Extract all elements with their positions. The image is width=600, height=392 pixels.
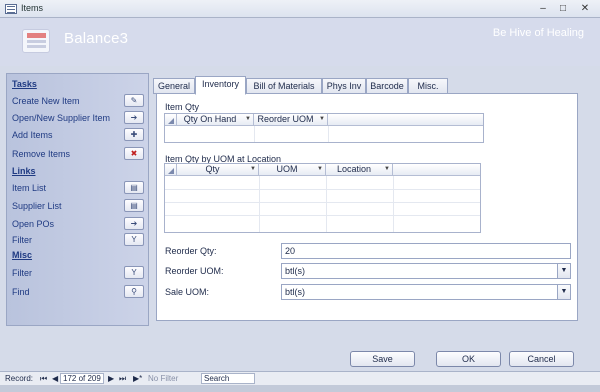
cancel-button[interactable]: Cancel	[509, 351, 574, 367]
record-label: Record:	[5, 374, 34, 383]
sidebar: Tasks Create New Item ✎ Open/New Supplie…	[6, 73, 149, 326]
arrow-right-icon[interactable]: ➔	[124, 217, 144, 230]
find-link[interactable]: Find ⚲	[12, 285, 144, 299]
first-record-button[interactable]: ⏮	[40, 372, 47, 385]
minimize-button[interactable]: –	[536, 3, 550, 15]
add-items-link[interactable]: Add Items ✚	[12, 128, 144, 142]
column-header-reorder-uom[interactable]: Reorder UOM ▼	[254, 114, 328, 126]
create-new-item-link[interactable]: Create New Item ✎	[12, 94, 144, 108]
nav-label[interactable]: Open/New Supplier Item	[12, 113, 110, 123]
remove-icon[interactable]: ✖	[124, 147, 144, 160]
nav-label[interactable]: Filter	[12, 235, 32, 245]
item-qty-label: Item Qty	[165, 102, 200, 112]
window-titlebar: Items – □ ✕	[0, 0, 600, 18]
reorder-uom-label: Reorder UOM:	[165, 266, 224, 276]
chevron-down-icon[interactable]: ▼	[317, 164, 323, 175]
nav-label[interactable]: Create New Item	[12, 96, 80, 106]
tasks-heading: Tasks	[12, 79, 37, 89]
item-list-link[interactable]: Item List ▤	[12, 181, 144, 195]
select-all-icon[interactable]	[165, 114, 177, 126]
nav-label[interactable]: Supplier List	[12, 201, 62, 211]
search-input[interactable]: Search	[201, 373, 255, 384]
nav-label[interactable]: Open POs	[12, 219, 54, 229]
supplier-list-link[interactable]: Supplier List ▤	[12, 199, 144, 213]
misc-heading: Misc	[12, 250, 33, 260]
nav-label[interactable]: Filter	[12, 268, 32, 278]
reorder-uom-select[interactable]: btl(s) ▼	[281, 263, 571, 279]
column-header-uom[interactable]: UOM ▼	[259, 164, 326, 176]
tab-inventory[interactable]: Inventory	[195, 76, 246, 95]
sale-uom-label: Sale UOM:	[165, 287, 210, 297]
ok-button[interactable]: OK	[436, 351, 501, 367]
binoculars-icon[interactable]: ⚲	[124, 285, 144, 298]
sale-uom-select[interactable]: btl(s) ▼	[281, 284, 571, 300]
list-icon[interactable]: ▤	[124, 199, 144, 212]
close-button[interactable]: ✕	[578, 3, 592, 15]
no-filter-button[interactable]: No Filter	[148, 372, 178, 385]
chevron-down-icon[interactable]: ▼	[384, 164, 390, 175]
filter-icon[interactable]: Y	[124, 233, 144, 246]
form-icon	[22, 29, 50, 53]
record-navigation-bar: Record: ⏮ ◀ 172 of 209 ▶ ⏭ ▶* No Filter …	[0, 371, 600, 385]
column-header-qty[interactable]: Qty ▼	[177, 164, 259, 176]
window-title: Items	[21, 3, 44, 13]
reorder-qty-label: Reorder Qty:	[165, 246, 217, 256]
filter-link[interactable]: Filter Y	[12, 233, 144, 247]
list-icon[interactable]: ▤	[124, 181, 144, 194]
filter-icon[interactable]: Y	[124, 266, 144, 279]
item-qty-uom-grid[interactable]: Qty ▼ UOM ▼ Location ▼	[164, 163, 481, 233]
remove-items-link[interactable]: Remove Items ✖	[12, 147, 144, 161]
open-pos-link[interactable]: Open POs ➔	[12, 217, 144, 231]
tab-general[interactable]: General	[153, 78, 195, 94]
record-position-field[interactable]: 172 of 209	[60, 373, 104, 384]
arrow-right-icon[interactable]: ➔	[124, 111, 144, 124]
window-bottom-border	[0, 385, 600, 392]
new-record-button[interactable]: ▶*	[133, 372, 142, 385]
nav-label[interactable]: Remove Items	[12, 149, 70, 159]
new-item-icon[interactable]: ✎	[124, 94, 144, 107]
reorder-qty-field[interactable]: 20	[281, 243, 571, 259]
tab-phys-inv[interactable]: Phys Inv	[322, 78, 366, 94]
reorder-uom-value: btl(s)	[285, 266, 305, 276]
column-header-qty-on-hand[interactable]: Qty On Hand ▼	[177, 114, 254, 126]
select-all-icon[interactable]	[165, 164, 177, 176]
chevron-down-icon[interactable]: ▼	[245, 114, 251, 125]
chevron-down-icon[interactable]: ▼	[557, 264, 570, 278]
nav-label[interactable]: Find	[12, 287, 30, 297]
chevron-down-icon[interactable]: ▼	[557, 285, 570, 299]
maximize-button[interactable]: □	[556, 3, 570, 15]
form-title: Balance3	[64, 30, 129, 47]
company-name: Be Hive of Healing	[492, 27, 584, 39]
misc-filter-link[interactable]: Filter Y	[12, 266, 144, 280]
tab-bill-of-materials[interactable]: Bill of Materials	[246, 78, 322, 94]
form-icon	[5, 4, 17, 14]
sale-uom-value: btl(s)	[285, 287, 305, 297]
nav-label[interactable]: Item List	[12, 183, 46, 193]
tab-misc[interactable]: Misc.	[408, 78, 448, 94]
save-button[interactable]: Save	[350, 351, 415, 367]
open-new-supplier-item-link[interactable]: Open/New Supplier Item ➔	[12, 111, 144, 125]
chevron-down-icon[interactable]: ▼	[319, 114, 325, 125]
form-header: Balance3 Be Hive of Healing	[0, 18, 600, 66]
links-heading: Links	[12, 166, 36, 176]
tab-barcode[interactable]: Barcode	[366, 78, 408, 94]
previous-record-button[interactable]: ◀	[52, 372, 58, 385]
column-header-location[interactable]: Location ▼	[326, 164, 393, 176]
chevron-down-icon[interactable]: ▼	[250, 164, 256, 175]
nav-label[interactable]: Add Items	[12, 130, 53, 140]
item-qty-grid[interactable]: Qty On Hand ▼ Reorder UOM ▼	[164, 113, 484, 143]
last-record-button[interactable]: ⏭	[119, 372, 126, 385]
next-record-button[interactable]: ▶	[108, 372, 114, 385]
add-icon[interactable]: ✚	[124, 128, 144, 141]
